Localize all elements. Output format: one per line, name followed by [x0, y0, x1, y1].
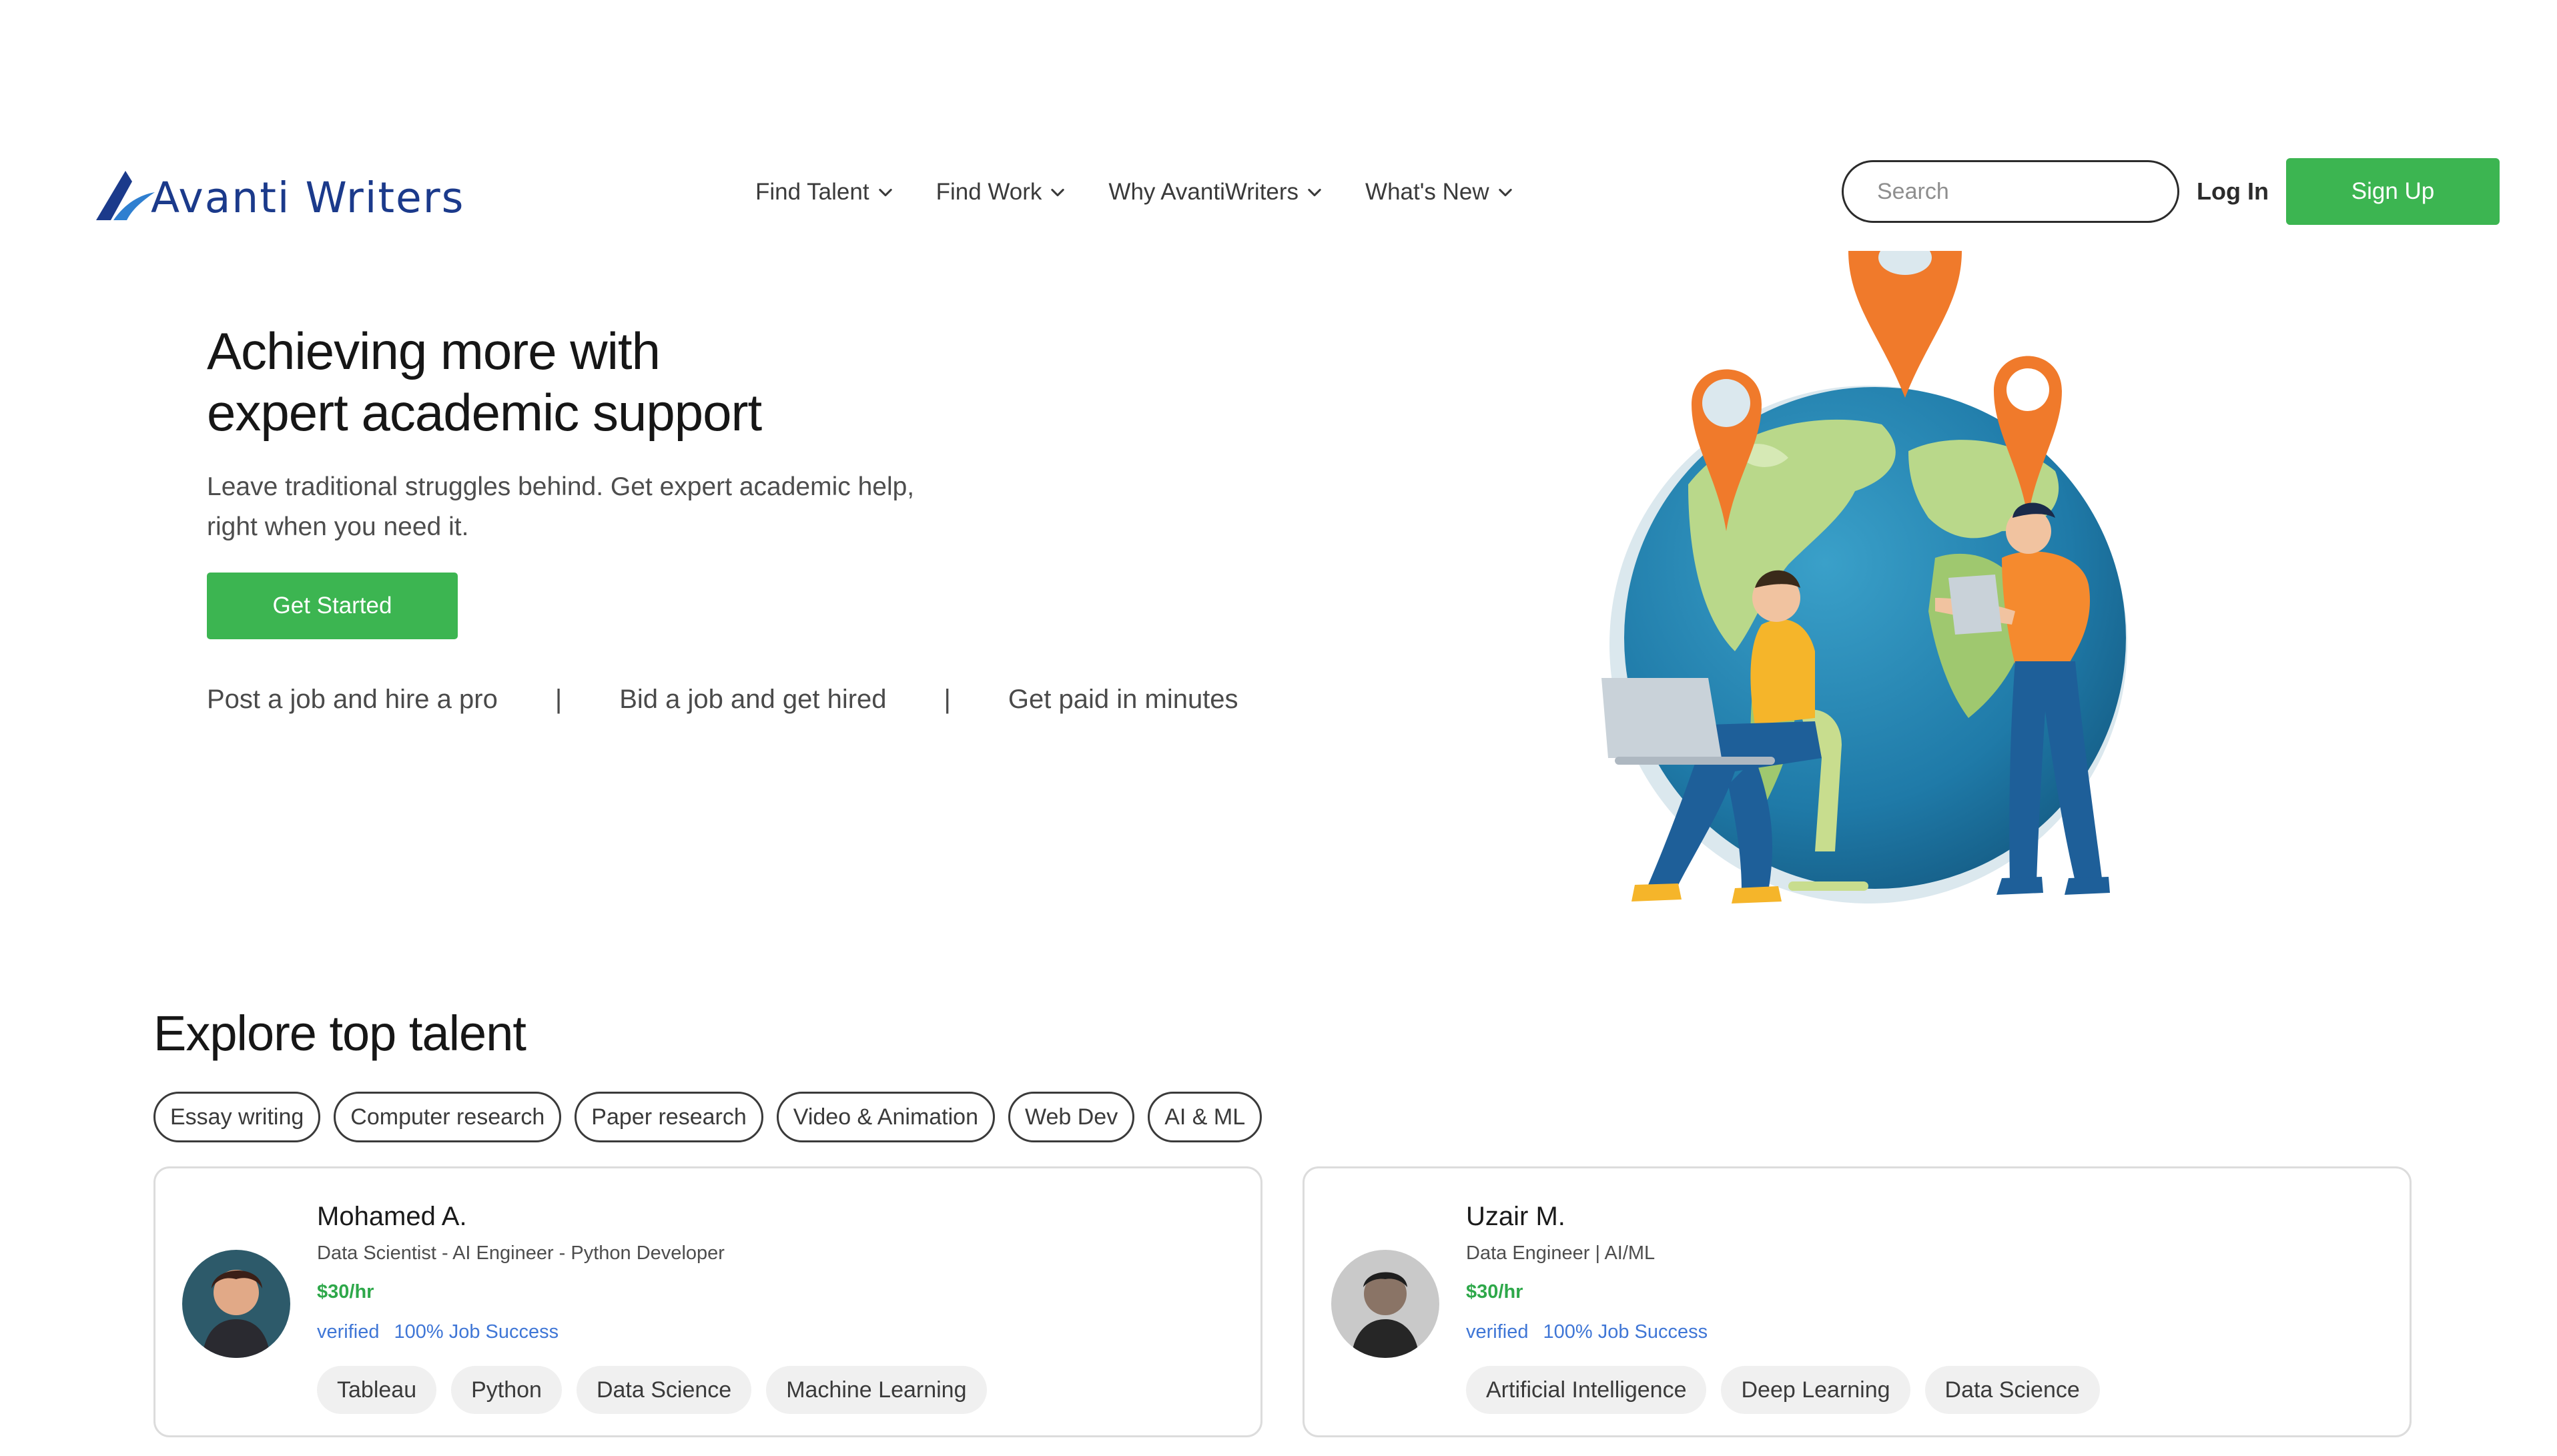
skill-tag[interactable]: Tableau	[317, 1366, 437, 1414]
skill-tag[interactable]: Data Science	[1924, 1366, 2100, 1414]
talent-badges: verified 100% Job Success	[1466, 1318, 2100, 1346]
hero-title-line: expert academic support	[207, 383, 762, 442]
nav-why-avantiwriters[interactable]: Why AvantiWriters	[1108, 179, 1324, 206]
talent-skills: Tableau Python Data Science Machine Lear…	[317, 1366, 987, 1414]
login-link[interactable]: Log In	[2197, 175, 2269, 208]
chevron-down-icon	[1498, 188, 1512, 197]
step-bid-job: Bid a job and get hired	[619, 685, 887, 714]
nav-item-label: Find Talent	[755, 179, 869, 205]
category-chips: Essay writing Computer research Paper re…	[153, 1092, 1262, 1142]
chip-video-animation[interactable]: Video & Animation	[776, 1092, 995, 1142]
avatar	[182, 1250, 290, 1358]
search-input[interactable]	[1877, 178, 2144, 205]
chevron-down-icon	[878, 188, 892, 197]
chip-paper-research[interactable]: Paper research	[575, 1092, 763, 1142]
chip-computer-research[interactable]: Computer research	[334, 1092, 562, 1142]
hero-subtitle-line: right when you need it.	[207, 512, 469, 541]
hero-title: Achieving more with expert academic supp…	[207, 320, 941, 443]
verified-badge: verified	[317, 1321, 380, 1343]
talent-rate: $30/hr	[317, 1281, 374, 1303]
nav-find-work[interactable]: Find Work	[936, 179, 1068, 206]
talent-card[interactable]: Mohamed A. Data Scientist - AI Engineer …	[153, 1166, 1262, 1437]
chip-ai-ml[interactable]: AI & ML	[1148, 1092, 1262, 1142]
chip-essay-writing[interactable]: Essay writing	[153, 1092, 321, 1142]
talent-role: Data Scientist - AI Engineer - Python De…	[317, 1242, 725, 1264]
nav-item-label: What's New	[1365, 179, 1489, 205]
verified-badge: verified	[1466, 1321, 1529, 1343]
location-pin-icon	[1848, 251, 1962, 398]
talent-badges: verified 100% Job Success	[317, 1318, 987, 1346]
skill-tag[interactable]: Python	[451, 1366, 562, 1414]
brand-logo[interactable]: Avanti Writers	[93, 165, 465, 222]
talent-skills: Artificial Intelligence Deep Learning Da…	[1466, 1366, 2100, 1414]
step-post-job: Post a job and hire a pro	[207, 685, 498, 714]
hero-steps: Post a job and hire a pro | Bid a job an…	[207, 681, 1238, 718]
step-get-paid: Get paid in minutes	[1008, 685, 1238, 714]
talent-card[interactable]: Uzair M. Data Engineer | AI/ML $30/hr ve…	[1303, 1166, 2412, 1437]
hero-subtitle: Leave traditional struggles behind. Get …	[207, 467, 1008, 547]
search-box[interactable]	[1842, 160, 2179, 223]
chevron-down-icon	[1308, 188, 1321, 197]
talent-rate: $30/hr	[1466, 1281, 1523, 1303]
section-title-explore-talent: Explore top talent	[153, 1006, 526, 1061]
talent-name[interactable]: Mohamed A.	[317, 1198, 987, 1235]
avatar	[1331, 1250, 1439, 1358]
get-started-button[interactable]: Get Started	[207, 573, 458, 639]
skill-tag[interactable]: Deep Learning	[1721, 1366, 1910, 1414]
main-nav: Find Talent Find Work Why AvantiWriters …	[755, 172, 1556, 212]
brand-name: Avanti Writers	[151, 173, 465, 222]
nav-whats-new[interactable]: What's New	[1365, 179, 1515, 206]
job-success-badge: 100% Job Success	[394, 1321, 559, 1343]
hero-illustration-globe	[1601, 251, 2127, 903]
talent-role: Data Engineer | AI/ML	[1466, 1242, 1656, 1264]
talent-info: Uzair M. Data Engineer | AI/ML $30/hr ve…	[1466, 1198, 2100, 1414]
talent-name[interactable]: Uzair M.	[1466, 1198, 2100, 1235]
chevron-down-icon	[1051, 188, 1065, 197]
nav-item-label: Why AvantiWriters	[1108, 179, 1299, 205]
hero-subtitle-line: Leave traditional struggles behind. Get …	[207, 472, 915, 501]
step-separator: |	[555, 685, 563, 714]
nav-item-label: Find Work	[936, 179, 1042, 205]
talent-info: Mohamed A. Data Scientist - AI Engineer …	[317, 1198, 987, 1414]
step-separator: |	[944, 685, 951, 714]
signup-button[interactable]: Sign Up	[2286, 158, 2500, 225]
skill-tag[interactable]: Artificial Intelligence	[1466, 1366, 1707, 1414]
skill-tag[interactable]: Machine Learning	[766, 1366, 987, 1414]
chip-web-dev[interactable]: Web Dev	[1008, 1092, 1135, 1142]
nav-find-talent[interactable]: Find Talent	[755, 179, 895, 206]
hero-title-line: Achieving more with	[207, 322, 661, 380]
skill-tag[interactable]: Data Science	[576, 1366, 752, 1414]
job-success-badge: 100% Job Success	[1543, 1321, 1708, 1343]
logo-mark-icon	[96, 171, 155, 220]
